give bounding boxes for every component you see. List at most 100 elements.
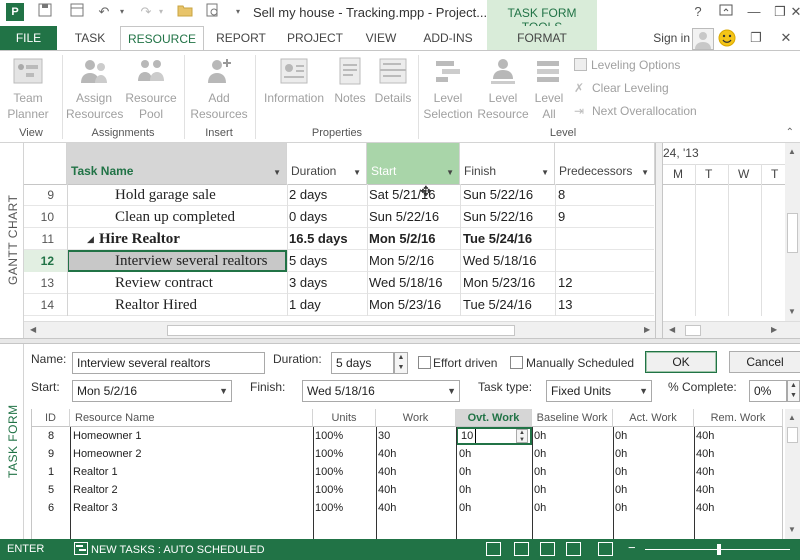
cancel-button[interactable]: Cancel xyxy=(729,351,800,373)
scroll-up-arrow[interactable]: ▲ xyxy=(788,147,796,156)
tab-report[interactable]: REPORT xyxy=(208,26,274,50)
resource-pool-button[interactable]: Resource Pool xyxy=(124,55,178,122)
task-type-select[interactable]: Fixed Units ▼ xyxy=(546,380,652,402)
column-header-start[interactable]: Start ▼ xyxy=(367,143,460,185)
save-icon[interactable] xyxy=(36,3,54,21)
column-header-baseline-work[interactable]: Baseline Work xyxy=(532,409,613,427)
column-header-id[interactable]: ID xyxy=(32,409,70,427)
scroll-right-arrow[interactable]: ▶ xyxy=(644,325,650,334)
collapse-ribbon-icon[interactable]: ⌃ xyxy=(786,127,794,138)
close-document-button[interactable]: ✕ xyxy=(776,29,796,47)
duration-cell[interactable]: 16.5 days xyxy=(289,228,367,250)
tab-view[interactable]: VIEW xyxy=(356,26,406,50)
chevron-down-icon[interactable]: ▼ xyxy=(639,381,648,401)
column-header-duration[interactable]: Duration ▼ xyxy=(287,143,367,185)
overtime-work-editor[interactable]: 10 ▲ ▼ xyxy=(456,427,532,445)
work-cell[interactable]: 40h xyxy=(378,445,396,463)
start-cell[interactable]: Mon 5/23/16 xyxy=(369,294,461,316)
column-header-predecessors[interactable]: Predecessors ▼ xyxy=(555,143,655,185)
duration-cell[interactable]: 2 days xyxy=(289,184,367,206)
scroll-thumb[interactable] xyxy=(787,427,798,443)
ovt-work-cell[interactable]: 0h xyxy=(459,463,471,481)
table-row[interactable]: 13 Review contract 3 days Wed 5/18/16 Mo… xyxy=(24,272,654,294)
level-all-button[interactable]: Level All xyxy=(532,55,566,122)
gantt-icon[interactable] xyxy=(68,3,86,21)
undo-icon[interactable]: ↶ xyxy=(95,3,113,21)
units-cell[interactable]: 100% xyxy=(315,427,343,445)
table-row[interactable]: 9 Hold garage sale 2 days Sat 5/21/16 Su… xyxy=(24,184,654,206)
scroll-right-arrow[interactable]: ▶ xyxy=(771,325,777,334)
print-preview-icon[interactable] xyxy=(203,3,221,21)
rem-work-cell[interactable]: 40h xyxy=(696,481,714,499)
task-usage-shortcut-icon[interactable] xyxy=(514,542,529,556)
work-cell[interactable]: 40h xyxy=(378,499,396,517)
table-row-summary[interactable]: 11 ◢ Hire Realtor 16.5 days Mon 5/2/16 T… xyxy=(24,228,654,250)
gantt-horizontal-scrollbar[interactable]: ◀ ▶ xyxy=(663,321,800,338)
duration-field[interactable]: 5 days xyxy=(331,352,394,374)
team-planner-shortcut-icon[interactable] xyxy=(540,542,555,556)
ribbon-display-options-button[interactable] xyxy=(716,3,736,21)
column-header-task-name[interactable]: Task Name ▼ xyxy=(67,143,287,185)
details-button[interactable]: Details xyxy=(372,55,414,106)
smiley-feedback-icon[interactable] xyxy=(718,29,736,47)
start-filter-icon[interactable]: ▼ xyxy=(446,168,454,177)
team-planner-button[interactable]: Team Planner xyxy=(2,55,54,122)
baseline-work-cell[interactable]: 0h xyxy=(534,499,546,517)
duration-cell[interactable]: 1 day xyxy=(289,294,367,316)
task-name-cell[interactable]: Review contract xyxy=(115,272,305,294)
collapse-summary-icon[interactable]: ◢ xyxy=(87,228,97,250)
resource-name-cell[interactable]: Homeowner 1 xyxy=(73,427,141,445)
act-work-cell[interactable]: 0h xyxy=(615,499,627,517)
minimize-button[interactable]: — xyxy=(744,3,764,21)
predecessors-cell[interactable]: 9 xyxy=(558,206,648,228)
units-cell[interactable]: 100% xyxy=(315,445,343,463)
work-cell[interactable]: 40h xyxy=(378,463,396,481)
resource-sheet-shortcut-icon[interactable] xyxy=(566,542,581,556)
undo-dropdown-icon[interactable]: ▾ xyxy=(113,3,131,21)
start-cell[interactable]: Mon 5/2/16 xyxy=(369,250,461,272)
resource-name-cell[interactable]: Realtor 2 xyxy=(73,481,118,499)
manually-scheduled-checkbox[interactable] xyxy=(510,356,523,369)
resource-row[interactable]: 1 Realtor 1 100% 40h 0h 0h 0h 40h xyxy=(31,463,783,481)
scroll-thumb[interactable] xyxy=(685,325,701,336)
baseline-work-cell[interactable]: 0h xyxy=(534,463,546,481)
scroll-left-arrow[interactable]: ◀ xyxy=(669,325,675,334)
tab-format[interactable]: FORMAT xyxy=(487,26,597,50)
chevron-down-icon[interactable]: ▼ xyxy=(447,381,456,401)
predecessors-filter-icon[interactable]: ▼ xyxy=(641,168,649,177)
act-work-cell[interactable]: 0h xyxy=(615,445,627,463)
restore-ribbon-button[interactable]: ❐ xyxy=(746,29,766,47)
rem-work-cell[interactable]: 40h xyxy=(696,445,714,463)
column-header-act-work[interactable]: Act. Work xyxy=(613,409,694,427)
work-cell[interactable]: 40h xyxy=(378,481,396,499)
task-name-cell[interactable]: Interview several realtors xyxy=(115,250,285,272)
duration-spinner[interactable]: ▲ ▼ xyxy=(394,352,408,374)
level-selection-button[interactable]: Level Selection xyxy=(420,55,476,122)
finish-cell[interactable]: Wed 5/18/16 xyxy=(463,250,555,272)
ovt-work-spinner[interactable]: ▲ ▼ xyxy=(516,429,528,443)
scroll-down-arrow[interactable]: ▼ xyxy=(788,307,796,316)
next-overallocation-button[interactable]: ⇥ Next Overallocation xyxy=(574,104,697,118)
help-button[interactable]: ? xyxy=(688,3,708,21)
column-header-resource-name[interactable]: Resource Name xyxy=(70,409,313,427)
scroll-left-arrow[interactable]: ◀ xyxy=(30,325,36,334)
avatar[interactable] xyxy=(692,28,714,50)
start-cell[interactable]: Sun 5/22/16 xyxy=(369,206,461,228)
table-row[interactable]: 10 Clean up completed 0 days Sun 5/22/16… xyxy=(24,206,654,228)
task-name-cell[interactable]: Hold garage sale xyxy=(115,184,305,206)
information-button[interactable]: Information xyxy=(260,55,328,106)
add-resources-button[interactable]: Add Resources xyxy=(186,55,252,122)
work-cell[interactable]: 30 xyxy=(378,427,390,445)
tab-resource[interactable]: RESOURCE xyxy=(120,26,204,51)
start-date-field[interactable]: Mon 5/2/16 ▼ xyxy=(72,380,232,402)
column-header-units[interactable]: Units xyxy=(313,409,376,427)
start-cell[interactable]: Wed 5/18/16 xyxy=(369,272,461,294)
percent-complete-spinner[interactable]: ▲ ▼ xyxy=(787,380,800,402)
resource-name-cell[interactable]: Realtor 3 xyxy=(73,499,118,517)
scroll-up-arrow[interactable]: ▲ xyxy=(788,413,796,422)
new-tasks-mode-button[interactable]: NEW TASKS : AUTO SCHEDULED xyxy=(74,542,265,556)
predecessors-cell[interactable]: 8 xyxy=(558,184,648,206)
form-vertical-scrollbar[interactable]: ▲ ▼ xyxy=(785,409,800,539)
tab-project[interactable]: PROJECT xyxy=(278,26,352,50)
table-row-selected[interactable]: 12 Interview several realtors 5 days Mon… xyxy=(24,250,654,272)
